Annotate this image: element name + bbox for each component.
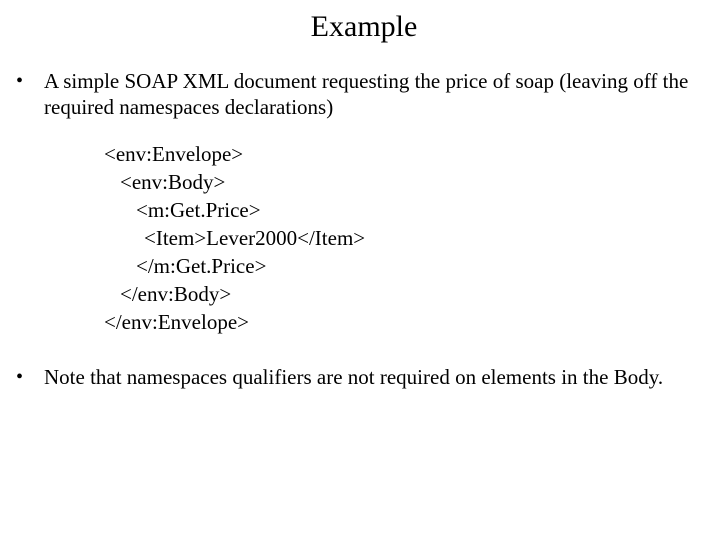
code-line: <env:Envelope> (104, 140, 712, 168)
bullet-text: A simple SOAP XML document requesting th… (44, 68, 712, 120)
code-line: </env:Envelope> (104, 308, 712, 336)
code-line: <m:Get.Price> (104, 196, 712, 224)
code-line: <env:Body> (104, 168, 712, 196)
slide-title: Example (16, 10, 712, 44)
bullet-item-2: • Note that namespaces qualifiers are no… (16, 364, 712, 390)
code-line: <Item>Lever2000</Item> (104, 224, 712, 252)
code-line: </m:Get.Price> (104, 252, 712, 280)
bullet-item-1: • A simple SOAP XML document requesting … (16, 68, 712, 120)
bullet-text: Note that namespaces qualifiers are not … (44, 364, 712, 390)
bullet-dot-icon: • (16, 68, 44, 94)
bullet-dot-icon: • (16, 364, 44, 390)
slide: Example • A simple SOAP XML document req… (0, 0, 720, 540)
code-line: </env:Body> (104, 280, 712, 308)
code-example: <env:Envelope> <env:Body> <m:Get.Price> … (104, 140, 712, 336)
